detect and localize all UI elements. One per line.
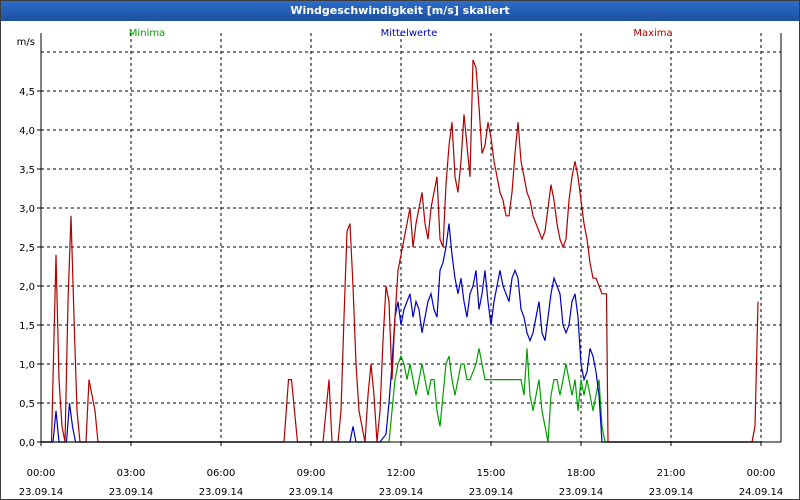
chart-title: Windgeschwindigkeit [m/s] skaliert — [1, 1, 799, 21]
x-tick-time-label: 18:00 — [567, 468, 596, 479]
y-tick-label: 3,5 — [19, 165, 35, 176]
x-tick-time-label: 21:00 — [657, 468, 686, 479]
y-tick-label: 3,0 — [19, 204, 35, 215]
legend-minima: Minima — [129, 28, 165, 39]
y-tick-label: 4,5 — [19, 87, 35, 98]
x-tick-date-label: 23.09.14 — [289, 487, 334, 498]
x-tick-date-label: 23.09.14 — [469, 487, 514, 498]
y-tick-label: 0,0 — [19, 438, 35, 449]
wind-speed-chart: 0,0 0,5 1,0 1,5 2,0 2,5 3,0 3,5 4,0 4,5 m/s 00:00 23… — [17, 28, 784, 498]
y-tick-label: 2,5 — [19, 243, 35, 254]
y-tick-label: 4,0 — [19, 126, 35, 137]
y-tick-label: 2,0 — [19, 282, 35, 293]
x-tick-time-label: 12:00 — [387, 468, 416, 479]
y-axis-label: m/s — [17, 37, 35, 48]
x-tick-date-label: 23.09.14 — [559, 487, 604, 498]
plot-area — [41, 33, 781, 442]
x-tick-time-label: 03:00 — [117, 468, 146, 479]
legend-maxima: Maxima — [633, 28, 672, 39]
x-tick-date-label: 23.09.14 — [379, 487, 424, 498]
x-tick-date-label: 23.09.14 — [199, 487, 244, 498]
y-tick-label: 1,5 — [19, 321, 35, 332]
x-tick-date-label: 23.09.14 — [649, 487, 694, 498]
x-tick-time-label: 06:00 — [207, 468, 236, 479]
chart-window: Windgeschwindigkeit [m/s] skaliert 0,0 0,… — [0, 0, 800, 500]
x-tick-time-label: 00:00 — [27, 468, 56, 479]
x-tick-time-label: 09:00 — [297, 468, 326, 479]
x-tick-time-label: 15:00 — [477, 468, 506, 479]
x-tick-date-label: 24.09.14 — [739, 487, 784, 498]
y-tick-label: 1,0 — [19, 360, 35, 371]
x-tick-time-label: 00:00 — [747, 468, 776, 479]
y-tick-label: 0,5 — [19, 399, 35, 410]
legend-mittelwerte: Mittelwerte — [381, 28, 438, 39]
x-tick-date-label: 23.09.14 — [19, 487, 64, 498]
x-tick-date-label: 23.09.14 — [109, 487, 154, 498]
